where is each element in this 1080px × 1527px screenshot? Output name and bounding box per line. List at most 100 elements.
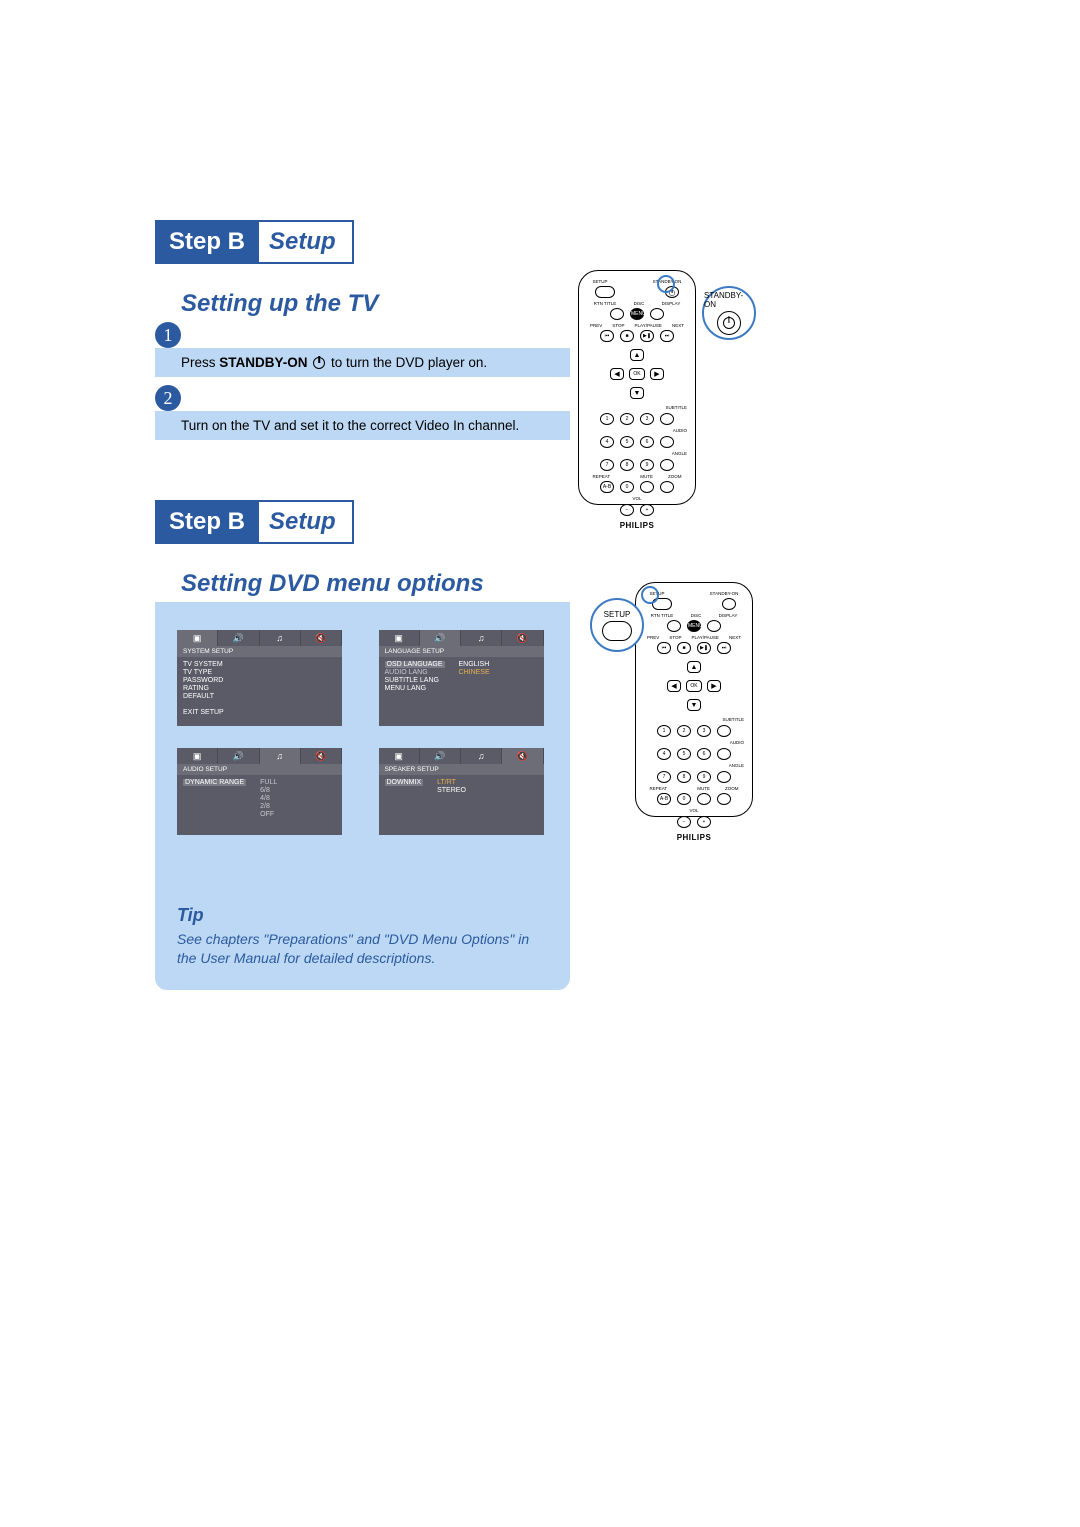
lbl: DISPLAY: [662, 301, 681, 306]
menu-button[interactable]: MENU: [630, 308, 644, 320]
left-button[interactable]: ◀: [667, 680, 681, 692]
num-button[interactable]: 5: [677, 748, 691, 760]
setup-icon: [602, 621, 632, 641]
num-button[interactable]: 9: [697, 771, 711, 783]
mute-button[interactable]: [640, 481, 654, 493]
angle-button[interactable]: [660, 459, 674, 471]
num-button[interactable]: 3: [697, 725, 711, 737]
down-button[interactable]: ▼: [687, 699, 701, 711]
zoom-button[interactable]: [717, 793, 731, 805]
num-button[interactable]: 4: [657, 748, 671, 760]
setup-label: Setup: [259, 222, 352, 262]
lbl: NEXT: [672, 323, 684, 328]
osd-audio-setup: ▣ 🔊 ♫ 🔇 AUDIO SETUP DYNAMIC RANGE FULL 6…: [177, 748, 342, 835]
num-button[interactable]: 8: [677, 771, 691, 783]
tab-mute-icon: 🔇: [502, 630, 543, 646]
tip-title: Tip: [177, 905, 548, 926]
lbl: STANDBY-ON: [710, 591, 739, 596]
right-button[interactable]: ▶: [650, 368, 664, 380]
down-button[interactable]: ▼: [630, 387, 644, 399]
display-button[interactable]: [707, 620, 721, 632]
mute-button[interactable]: [697, 793, 711, 805]
right-button[interactable]: ▶: [707, 680, 721, 692]
play-pause-button[interactable]: ▶❚: [697, 642, 711, 654]
instruction-1: Press STANDBY-ON to turn the DVD player …: [155, 348, 570, 377]
num-button[interactable]: 8: [620, 459, 634, 471]
num-button[interactable]: 0: [620, 481, 634, 493]
osd-item: TV SYSTEM: [183, 661, 224, 668]
up-button[interactable]: ▲: [687, 661, 701, 673]
callout-ring-setup: [641, 586, 659, 604]
ok-button[interactable]: OK: [686, 680, 702, 692]
num-button[interactable]: 1: [657, 725, 671, 737]
vol-down-button[interactable]: −: [677, 816, 691, 828]
num-button[interactable]: 6: [697, 748, 711, 760]
lbl: MUTE: [697, 786, 710, 791]
num-button[interactable]: 7: [600, 459, 614, 471]
tab-speaker-icon: 🔊: [420, 630, 461, 646]
num-button[interactable]: 2: [677, 725, 691, 737]
zoom-button[interactable]: [660, 481, 674, 493]
vol-up-button[interactable]: +: [640, 504, 654, 516]
stop-button[interactable]: ■: [677, 642, 691, 654]
tab-display-icon: ▣: [177, 748, 218, 764]
callout-setup: SETUP: [590, 598, 644, 652]
setup-button[interactable]: [595, 286, 615, 298]
callout-label: SETUP: [604, 610, 631, 619]
osd-item: DEFAULT: [183, 693, 224, 700]
vol-down-button[interactable]: −: [620, 504, 634, 516]
tab-music-icon: ♫: [461, 630, 502, 646]
instr1-pre: Press: [181, 355, 219, 370]
next-button[interactable]: ⏭: [660, 330, 674, 342]
prev-button[interactable]: ⏮: [600, 330, 614, 342]
lbl: ZOOM: [725, 786, 739, 791]
step-2-row: 2: [155, 385, 930, 411]
num-button[interactable]: 3: [640, 413, 654, 425]
play-pause-button[interactable]: ▶❚: [640, 330, 654, 342]
lbl: PREV: [647, 635, 659, 640]
callout-label: STANDBY-ON: [704, 291, 754, 309]
dvd-menu-panel: ▣ 🔊 ♫ 🔇 SYSTEM SETUP TV SYSTEM TV TYPE P…: [155, 602, 570, 990]
lbl: DISC: [634, 301, 645, 306]
step-number-2: 2: [155, 385, 181, 411]
rtn-title-button[interactable]: [667, 620, 681, 632]
rtn-title-button[interactable]: [610, 308, 624, 320]
subtitle-button[interactable]: [717, 725, 731, 737]
section-title-tv: Setting up the TV: [181, 290, 930, 318]
menu-button[interactable]: MENU: [687, 620, 701, 632]
num-button[interactable]: 0: [677, 793, 691, 805]
osd-opt: 6/8: [260, 787, 277, 794]
num-button[interactable]: 1: [600, 413, 614, 425]
num-button[interactable]: 2: [620, 413, 634, 425]
num-button[interactable]: 7: [657, 771, 671, 783]
lbl: MUTE: [640, 474, 653, 479]
instr1-bold: STANDBY-ON: [219, 355, 307, 370]
tab-speaker-icon: 🔊: [218, 630, 259, 646]
ab-button[interactable]: A-B: [657, 793, 671, 805]
ab-button[interactable]: A-B: [600, 481, 614, 493]
num-button[interactable]: 9: [640, 459, 654, 471]
tab-music-icon: ♫: [260, 630, 301, 646]
step-b-banner-1: Step B Setup: [155, 220, 354, 264]
left-button[interactable]: ◀: [610, 368, 624, 380]
prev-button[interactable]: ⏮: [657, 642, 671, 654]
angle-button[interactable]: [717, 771, 731, 783]
display-button[interactable]: [650, 308, 664, 320]
lbl-vol: VOL: [644, 808, 744, 813]
stop-button[interactable]: ■: [620, 330, 634, 342]
remote-illustration-2: SETUPSTANDBY-ON RTN TITLEDISCDISPLAY MEN…: [635, 582, 753, 817]
ok-button[interactable]: OK: [629, 368, 645, 380]
lbl: DISC: [691, 613, 702, 618]
audio-button[interactable]: [717, 748, 731, 760]
next-button[interactable]: ⏭: [717, 642, 731, 654]
audio-button[interactable]: [660, 436, 674, 448]
num-button[interactable]: 5: [620, 436, 634, 448]
tab-display-icon: ▣: [379, 630, 420, 646]
standby-button[interactable]: [722, 598, 736, 610]
num-button[interactable]: 6: [640, 436, 654, 448]
num-button[interactable]: 4: [600, 436, 614, 448]
subtitle-button[interactable]: [660, 413, 674, 425]
up-button[interactable]: ▲: [630, 349, 644, 361]
lbl: SETUP: [593, 279, 608, 284]
vol-up-button[interactable]: +: [697, 816, 711, 828]
